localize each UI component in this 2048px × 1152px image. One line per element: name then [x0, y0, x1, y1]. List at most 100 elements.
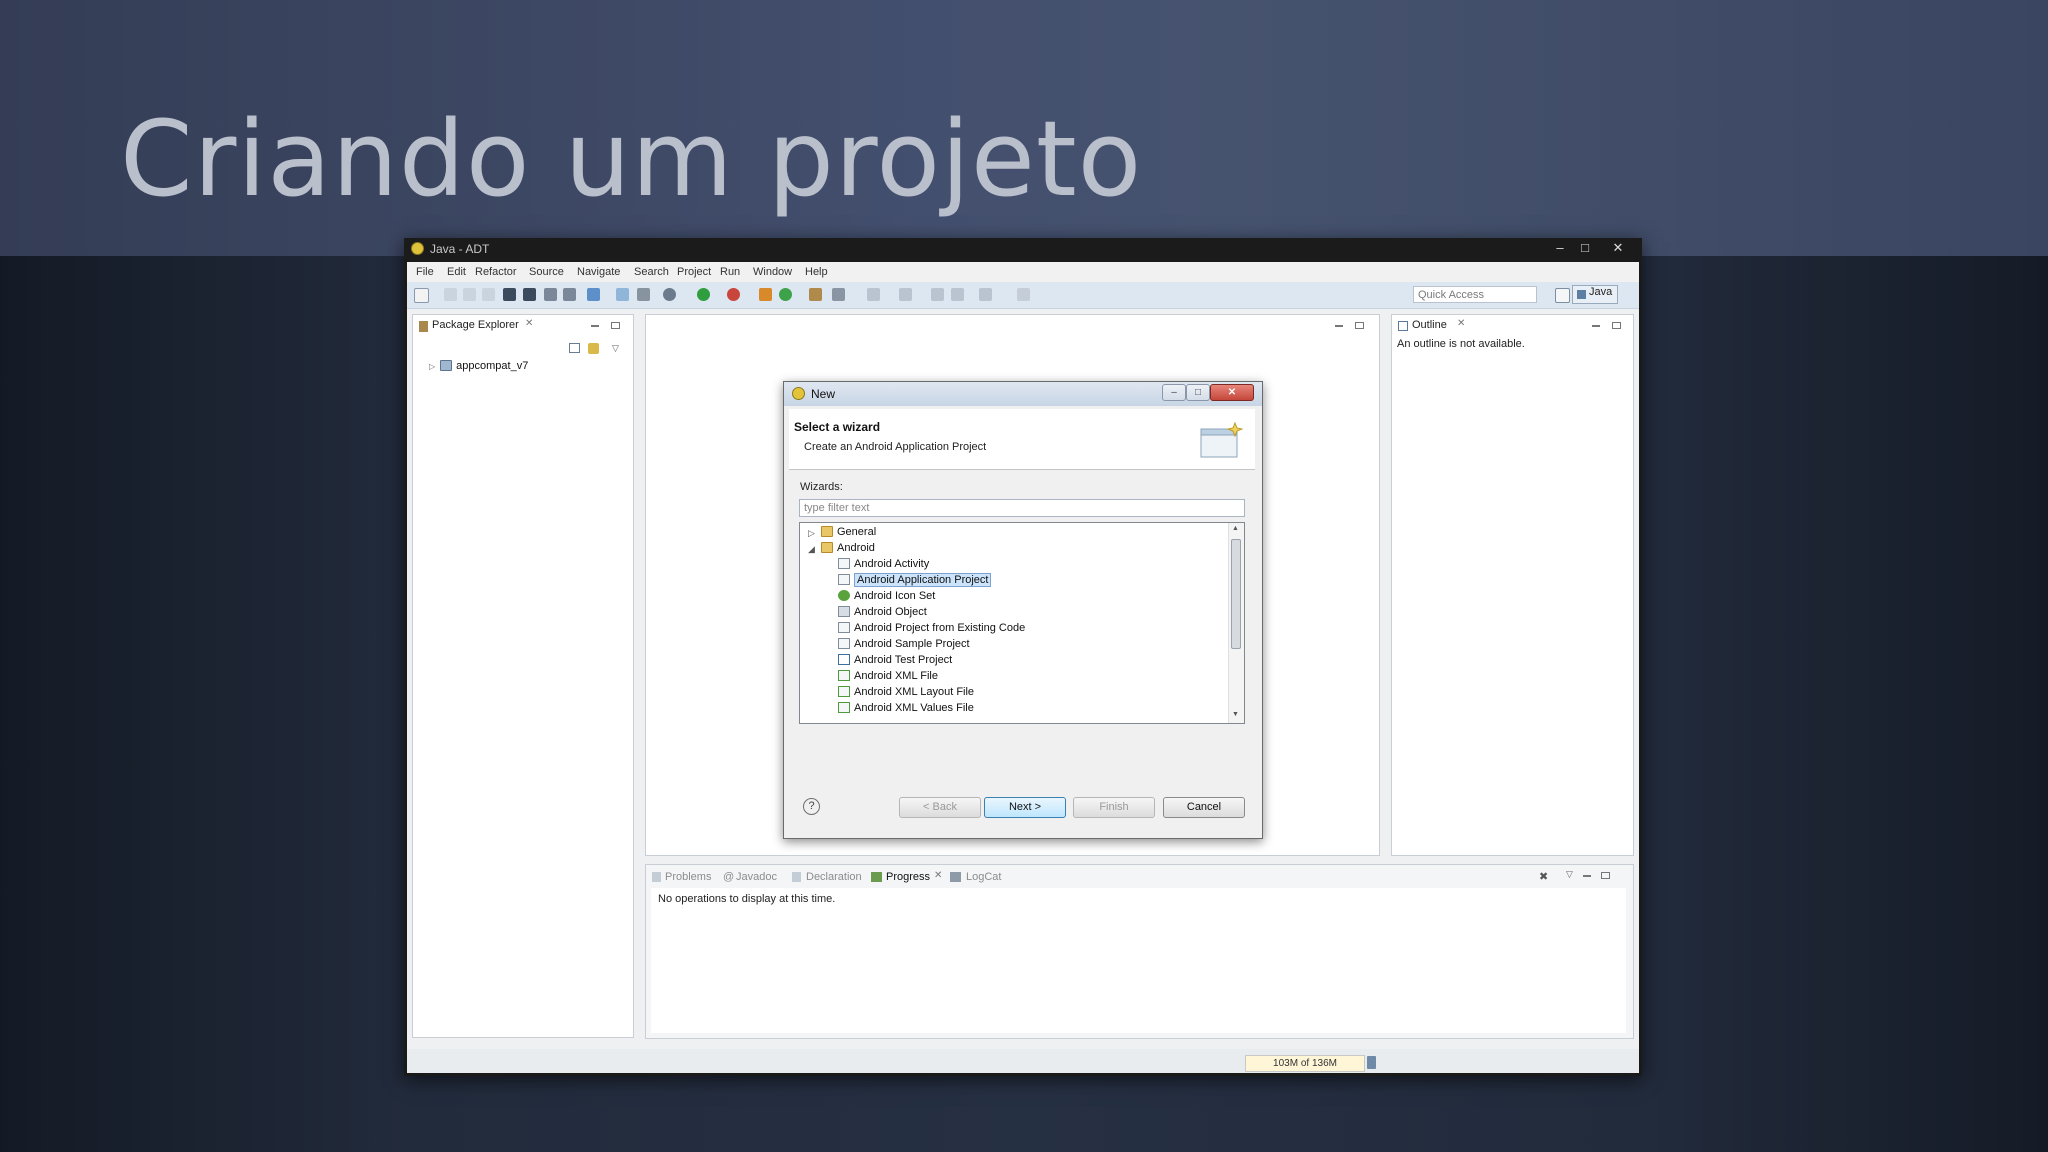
tree-item-general[interactable]: General	[821, 526, 876, 541]
menu-help[interactable]: Help	[805, 266, 828, 278]
lint-icon[interactable]	[587, 288, 600, 301]
dialog-minimize-button[interactable]: –	[1162, 384, 1186, 401]
menu-navigate[interactable]: Navigate	[577, 266, 620, 278]
tree-item-android-xml-values-file[interactable]: Android XML Values File	[838, 702, 974, 717]
tree-item-android-xml-file[interactable]: Android XML File	[838, 670, 938, 685]
print-icon[interactable]	[482, 288, 495, 301]
sdk-manager-icon[interactable]	[544, 288, 557, 301]
back-button[interactable]: < Back	[899, 797, 981, 818]
view-menu-icon[interactable]: ▽	[612, 343, 619, 354]
minimize-icon[interactable]	[1583, 875, 1591, 877]
tab-package-explorer[interactable]: Package Explorer	[432, 319, 519, 331]
editor-maximize-icon[interactable]	[1355, 322, 1364, 329]
collapse-all-icon[interactable]	[569, 343, 580, 353]
minimize-icon[interactable]	[591, 325, 599, 327]
tab-javadoc[interactable]: Javadoc	[736, 871, 777, 883]
upload-icon[interactable]	[503, 288, 516, 301]
tab-outline[interactable]: Outline	[1412, 319, 1447, 331]
tab-progress[interactable]: Progress	[886, 871, 930, 883]
maximize-icon[interactable]	[1601, 872, 1610, 879]
close-icon[interactable]: ✕	[525, 318, 533, 329]
external-tools-icon[interactable]	[727, 288, 740, 301]
minimize-icon[interactable]	[1592, 325, 1600, 327]
scroll-up-icon[interactable]: ▲	[1232, 525, 1239, 532]
tab-logcat[interactable]: LogCat	[966, 871, 1001, 883]
download-icon[interactable]	[523, 288, 536, 301]
tree-item-android-icon-set[interactable]: Android Icon Set	[838, 590, 935, 605]
close-icon[interactable]: ✕	[1457, 318, 1465, 329]
debug-icon[interactable]	[663, 288, 676, 301]
dialog-maximize-button[interactable]: □	[1186, 384, 1210, 401]
prev-annotation-icon[interactable]	[899, 288, 912, 301]
tree-item-android-activity[interactable]: Android Activity	[838, 558, 929, 573]
forward-icon[interactable]	[979, 288, 992, 301]
adt-app-icon	[411, 242, 424, 255]
menu-file[interactable]: File	[416, 266, 434, 278]
open-type-icon[interactable]	[616, 288, 629, 301]
run-icon[interactable]	[697, 288, 710, 301]
maximize-icon[interactable]	[1612, 322, 1621, 329]
editor-minimize-icon[interactable]	[1335, 325, 1343, 327]
help-button[interactable]: ?	[803, 798, 820, 815]
close-icon[interactable]: ✕	[934, 870, 942, 881]
menu-source[interactable]: Source	[529, 266, 564, 278]
back-icon[interactable]	[931, 288, 944, 301]
tree-label: Android XML Values File	[854, 702, 974, 714]
folder-icon	[821, 526, 833, 537]
search-tool-icon[interactable]	[832, 288, 845, 301]
expand-icon[interactable]: ▷	[429, 362, 435, 371]
menu-edit[interactable]: Edit	[447, 266, 466, 278]
pin-editor-icon[interactable]	[1017, 288, 1030, 301]
new-java-package-icon[interactable]	[759, 288, 772, 301]
menu-run[interactable]: Run	[720, 266, 740, 278]
window-minimize-button[interactable]: –	[1549, 239, 1571, 257]
view-menu-icon[interactable]: ▽	[1566, 869, 1573, 880]
avd-manager-icon[interactable]	[563, 288, 576, 301]
menu-project[interactable]: Project	[677, 266, 711, 278]
scroll-down-icon[interactable]: ▼	[1232, 711, 1239, 718]
link-with-editor-icon[interactable]	[588, 343, 599, 354]
tree-item-android-application-project[interactable]: Android Application Project	[838, 573, 992, 589]
tree-item-android-xml-layout-file[interactable]: Android XML Layout File	[838, 686, 974, 701]
cancel-button[interactable]: Cancel	[1163, 797, 1245, 818]
folder-open-icon	[821, 542, 833, 553]
finish-button[interactable]: Finish	[1073, 797, 1155, 818]
tab-problems[interactable]: Problems	[665, 871, 711, 883]
collapse-icon[interactable]: ◢	[808, 544, 815, 555]
new-icon[interactable]	[414, 288, 429, 303]
tree-item-android-object[interactable]: Android Object	[838, 606, 927, 621]
wand-icon[interactable]	[637, 288, 650, 301]
tree-item-android-sample-project[interactable]: Android Sample Project	[838, 638, 970, 653]
remove-all-finished-icon[interactable]: ✖	[1539, 870, 1548, 883]
next-annotation-icon[interactable]	[867, 288, 880, 301]
tree-scrollbar[interactable]: ▲ ▼	[1228, 523, 1244, 723]
expand-icon[interactable]: ▷	[808, 528, 815, 539]
dialog-description: Create an Android Application Project	[804, 441, 987, 453]
maximize-icon[interactable]	[611, 322, 620, 329]
scrollbar-thumb[interactable]	[1231, 539, 1241, 649]
open-perspective-icon[interactable]	[1555, 288, 1570, 303]
perspective-java-button[interactable]: Java	[1572, 285, 1618, 304]
save-all-icon[interactable]	[463, 288, 476, 301]
garbage-collect-icon[interactable]	[1367, 1056, 1376, 1069]
dialog-close-button[interactable]: ✕	[1210, 384, 1254, 401]
wizard-filter-input[interactable]: type filter text	[799, 499, 1245, 517]
tree-label: Android Test Project	[854, 654, 953, 666]
tab-declaration[interactable]: Declaration	[806, 871, 862, 883]
quick-access-field[interactable]: Quick Access	[1413, 286, 1537, 303]
menu-window[interactable]: Window	[753, 266, 792, 278]
next-button[interactable]: Next >	[984, 797, 1066, 818]
tree-item-android-project-existing-code[interactable]: Android Project from Existing Code	[838, 622, 1025, 637]
menu-refactor[interactable]: Refactor	[475, 266, 517, 278]
save-icon[interactable]	[444, 288, 457, 301]
back-history-icon[interactable]	[951, 288, 964, 301]
window-maximize-button[interactable]: □	[1574, 239, 1596, 257]
dialog-heading: Select a wizard	[794, 420, 881, 434]
project-row-appcompat[interactable]: ▷ appcompat_v7	[429, 360, 528, 375]
open-folder-icon[interactable]	[809, 288, 822, 301]
new-java-class-icon[interactable]	[779, 288, 792, 301]
window-close-button[interactable]: ✕	[1607, 239, 1629, 257]
tree-item-android[interactable]: Android	[821, 542, 875, 557]
tree-item-android-test-project[interactable]: Android Test Project	[838, 654, 952, 669]
menu-search[interactable]: Search	[634, 266, 669, 278]
